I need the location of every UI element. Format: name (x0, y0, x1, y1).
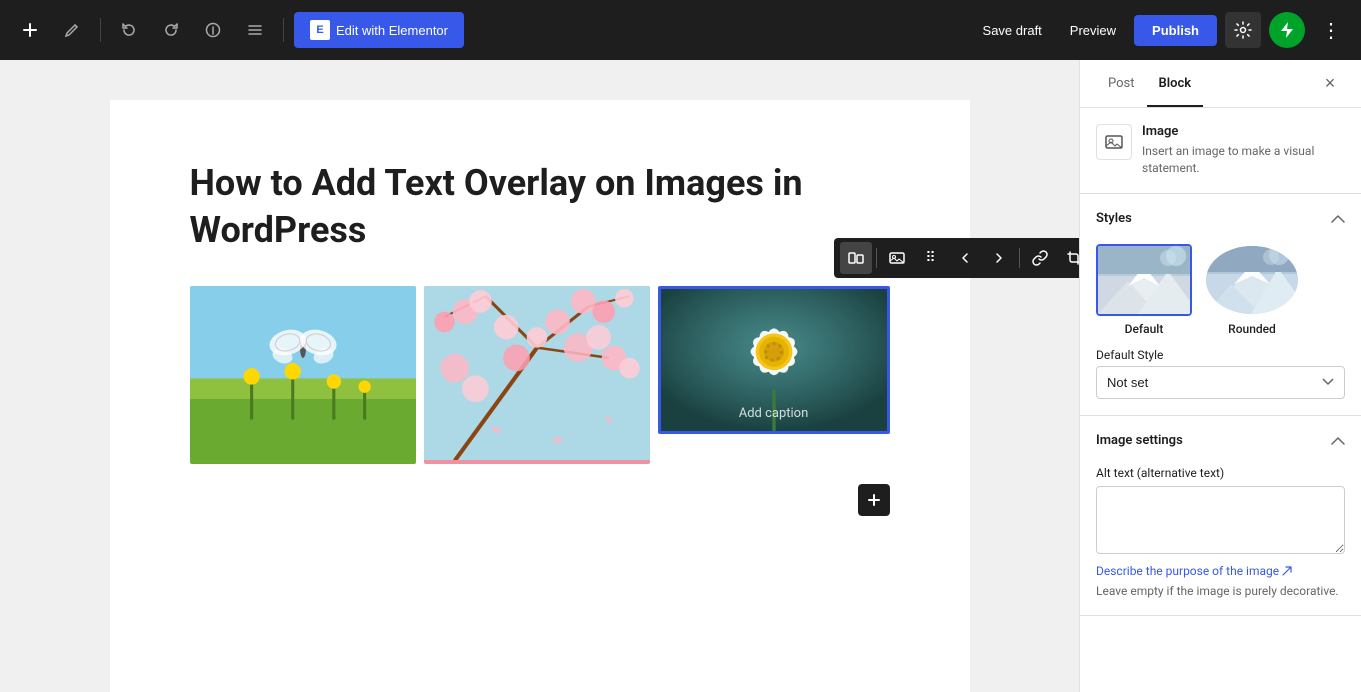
nav-next-button[interactable] (983, 242, 1015, 274)
list-view-button[interactable] (237, 12, 273, 48)
gallery-image-3[interactable]: Add caption (658, 286, 890, 434)
style-option-rounded[interactable]: Rounded (1204, 244, 1300, 336)
block-type-icon (1096, 124, 1132, 160)
image-gallery: Add caption (190, 286, 890, 465)
publish-button[interactable]: Publish (1134, 15, 1217, 46)
preview-button[interactable]: Preview (1060, 17, 1126, 44)
drag-handle[interactable]: ⠿ (915, 242, 947, 274)
block-description: Insert an image to make a visual stateme… (1142, 143, 1345, 177)
alt-text-group: Alt text (alternative text) Describe the… (1096, 466, 1345, 600)
elementor-icon: E (310, 20, 330, 40)
updates-button[interactable] (1269, 12, 1305, 48)
default-style-label: Default Style (1096, 348, 1345, 362)
style-options: Default (1096, 244, 1345, 336)
gallery-view-button[interactable] (840, 242, 872, 274)
toolbar-divider-2 (1019, 248, 1020, 268)
image-caption[interactable]: Add caption (661, 406, 887, 421)
toolbar-right: Save draft Preview Publish ⋮ (973, 12, 1349, 48)
alt-text-input[interactable] (1096, 486, 1345, 554)
undo-button[interactable] (111, 12, 147, 48)
styles-section: Styles (1080, 194, 1361, 416)
gallery-image-2[interactable] (424, 286, 650, 465)
styles-collapse-button[interactable] (1331, 210, 1345, 228)
image-settings-title: Image settings (1096, 433, 1183, 448)
alt-text-label: Alt text (alternative text) (1096, 466, 1345, 480)
image-toolbar: ⠿ (834, 238, 1080, 278)
main-layout: How to Add Text Overlay on Images in Wor… (0, 60, 1361, 692)
post-title[interactable]: How to Add Text Overlay on Images in Wor… (190, 160, 890, 254)
image-settings-section: Image settings Alt text (alternative tex… (1080, 416, 1361, 617)
default-style-select[interactable]: Not set (1096, 366, 1345, 399)
image-settings-collapse-button[interactable] (1331, 432, 1345, 450)
post-tab[interactable]: Post (1096, 60, 1147, 107)
add-block-button[interactable] (858, 484, 890, 516)
crop-button[interactable] (1058, 242, 1080, 274)
default-style-group: Default Style Not set (1096, 348, 1345, 399)
image-settings-header: Image settings (1096, 432, 1345, 450)
editor-content: How to Add Text Overlay on Images in Wor… (110, 100, 970, 692)
nav-prev-button[interactable] (949, 242, 981, 274)
more-options-button[interactable]: ⋮ (1313, 12, 1349, 48)
style-default-label: Default (1125, 322, 1164, 336)
settings-button[interactable] (1225, 12, 1261, 48)
pen-tool-button[interactable] (54, 12, 90, 48)
toolbar-divider-1 (100, 18, 101, 42)
gallery-image-1[interactable] (190, 286, 416, 465)
main-toolbar: E Edit with Elementor Save draft Preview… (0, 0, 1361, 60)
redo-button[interactable] (153, 12, 189, 48)
editor-area[interactable]: How to Add Text Overlay on Images in Wor… (0, 60, 1079, 692)
style-option-default[interactable]: Default (1096, 244, 1192, 336)
alt-text-description: Leave empty if the image is purely decor… (1096, 583, 1345, 600)
toolbar-divider (876, 248, 877, 268)
style-default-preview (1096, 244, 1192, 316)
section-header: Styles (1096, 210, 1345, 228)
style-rounded-label: Rounded (1228, 322, 1276, 336)
right-sidebar: Post Block × Image Insert an image to ma… (1079, 60, 1361, 692)
block-name: Image (1142, 124, 1345, 139)
add-block-toolbar-button[interactable] (12, 12, 48, 48)
style-rounded-preview (1204, 244, 1300, 316)
gallery-block: ⠿ (190, 286, 890, 465)
toolbar-divider-2 (283, 18, 284, 42)
sidebar-header: Post Block × (1080, 60, 1361, 108)
styles-title: Styles (1096, 211, 1132, 226)
info-button[interactable] (195, 12, 231, 48)
sidebar-close-button[interactable]: × (1315, 69, 1345, 99)
alt-text-describe-link[interactable]: Describe the purpose of the image (1096, 564, 1292, 578)
link-button[interactable] (1024, 242, 1056, 274)
block-info-text: Image Insert an image to make a visual s… (1142, 124, 1345, 177)
edit-with-elementor-button[interactable]: E Edit with Elementor (294, 12, 464, 48)
block-tab[interactable]: Block (1147, 60, 1204, 107)
image-button[interactable] (881, 242, 913, 274)
block-info: Image Insert an image to make a visual s… (1080, 108, 1361, 194)
save-draft-button[interactable]: Save draft (973, 17, 1052, 44)
